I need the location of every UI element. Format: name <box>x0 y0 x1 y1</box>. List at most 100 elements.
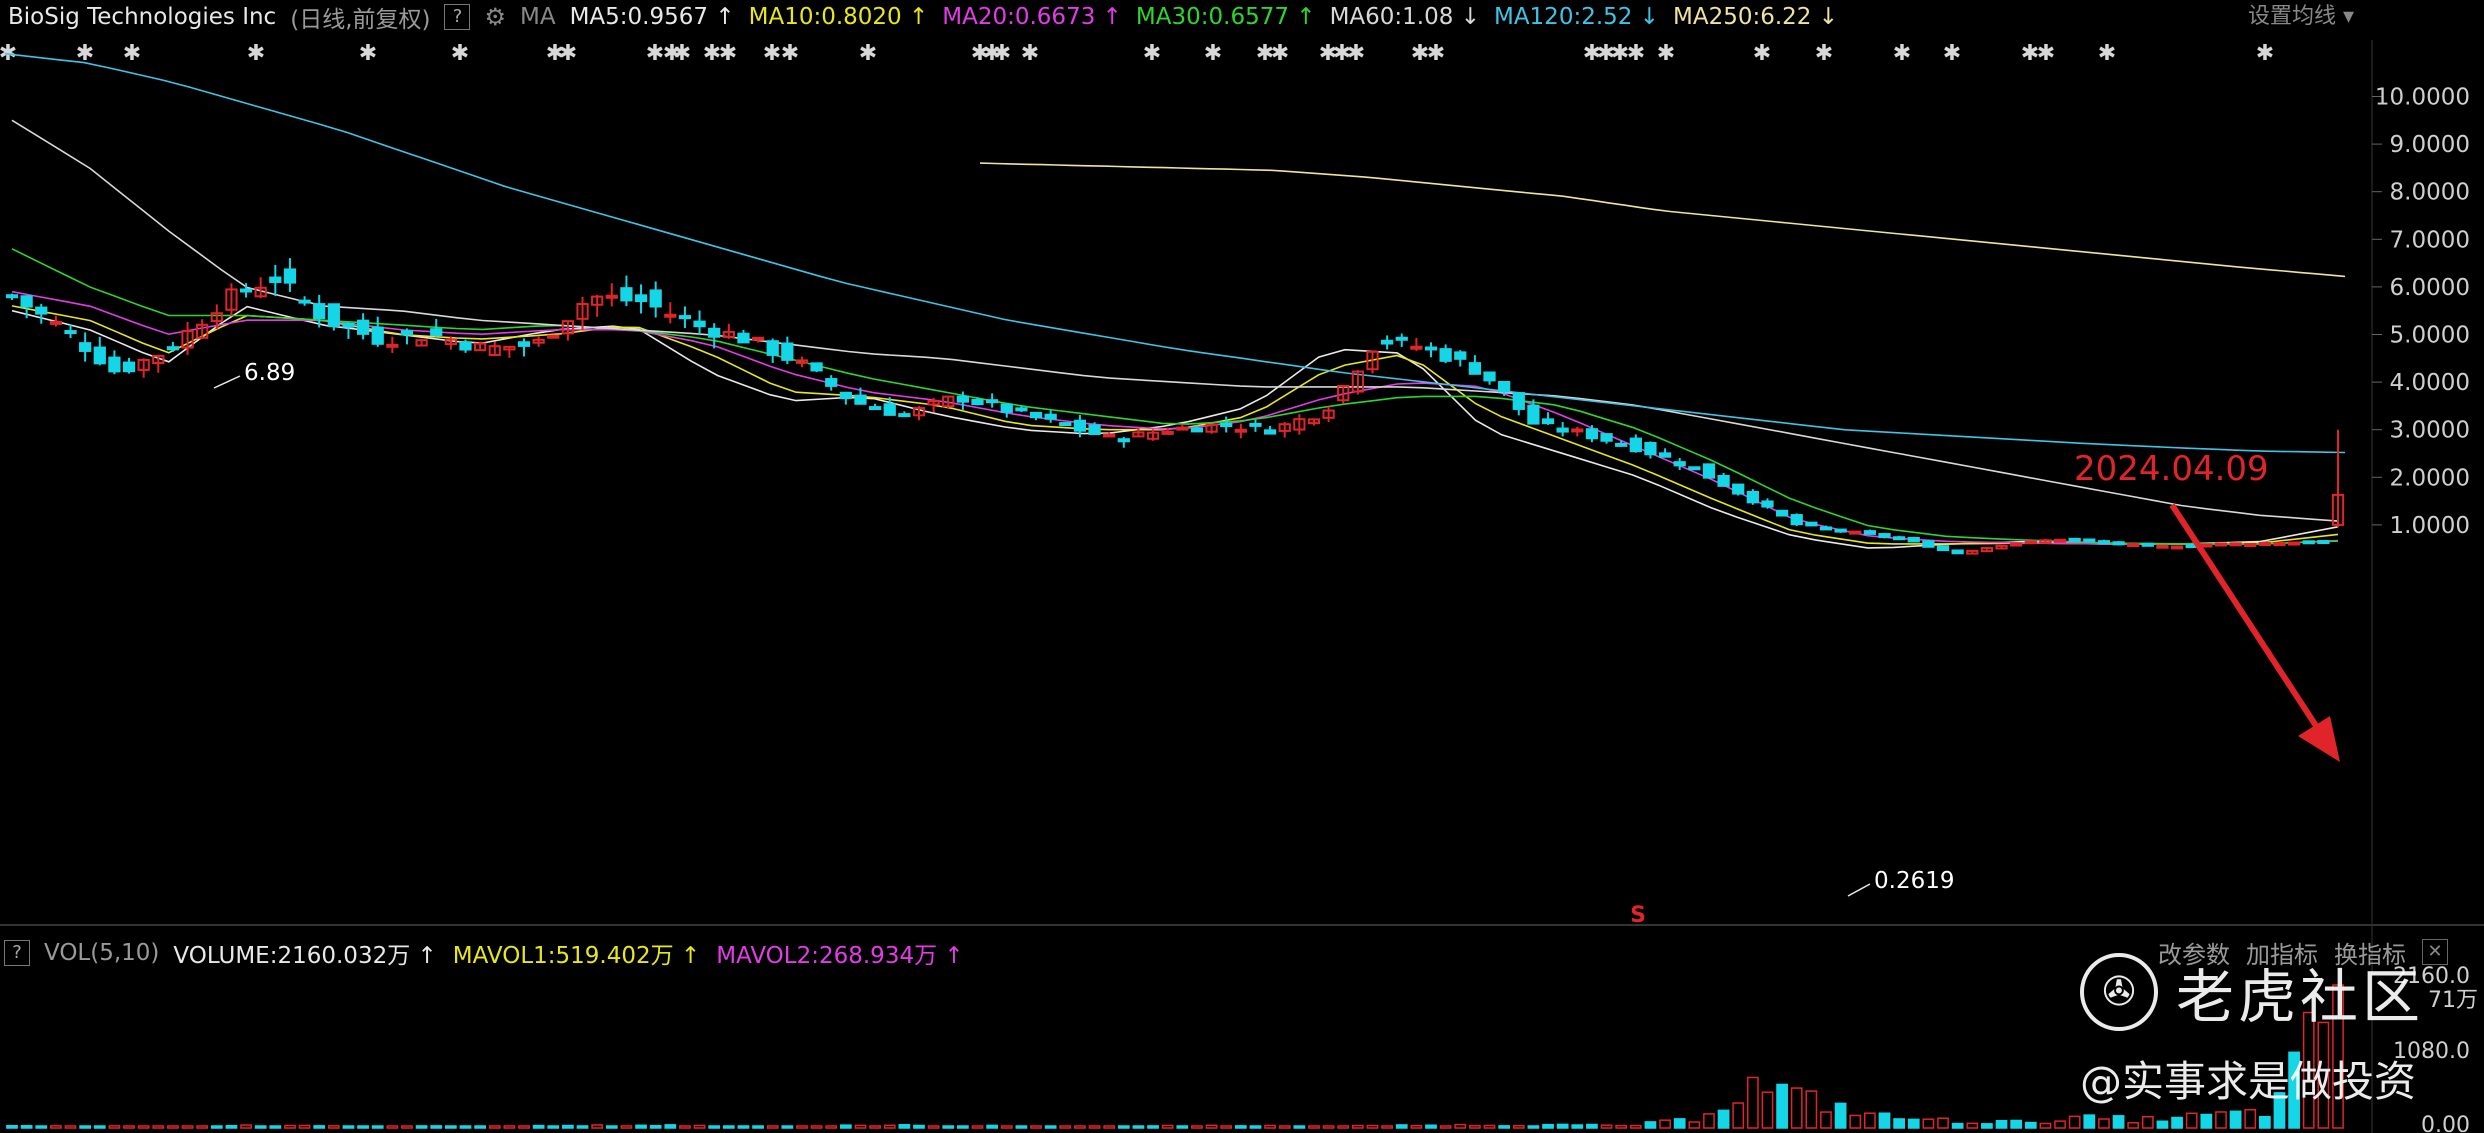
volume-bar <box>1454 1123 1467 1129</box>
volume-tick-label: 0.00 <box>2421 1113 2470 1133</box>
volume-bar <box>635 1124 647 1129</box>
candle-body <box>2141 542 2154 547</box>
volume-bar <box>1395 1124 1408 1129</box>
candle-body <box>108 356 121 373</box>
volume-bar <box>620 1125 633 1129</box>
candle-body <box>313 303 326 320</box>
annotation-arrow-shaft <box>2169 503 2325 737</box>
candle-body <box>2317 540 2330 545</box>
candle-body <box>93 346 106 365</box>
volume-bar <box>210 1125 223 1129</box>
volume-bar <box>2141 1115 2154 1129</box>
volume-bar <box>1790 1087 1803 1129</box>
volume-bar <box>1864 1112 1876 1129</box>
candle-body <box>2244 543 2257 548</box>
volume-bar <box>152 1125 165 1129</box>
candle-body <box>2229 542 2242 547</box>
candle-body <box>79 342 92 352</box>
gear-icon[interactable]: ⚙ <box>484 3 506 31</box>
signal-star: ✱ <box>123 41 141 66</box>
price-axis: 10.0000 9.0000 8.0000 7.0000 6.0000 5.0000 4.0… <box>2372 85 2470 539</box>
candle-body <box>1556 427 1569 433</box>
candle-body <box>1220 422 1233 428</box>
candle-body <box>1863 530 1876 535</box>
volume-bar <box>50 1125 62 1129</box>
volume-bar <box>1293 1125 1306 1129</box>
candle-body <box>1468 362 1482 375</box>
signal-star: ✱ <box>2037 41 2055 66</box>
volume-bar <box>1498 1125 1511 1129</box>
candle-body <box>2287 541 2301 546</box>
volume-bar <box>737 1125 750 1129</box>
volume-bar <box>459 1125 472 1129</box>
signal-star: ✱ <box>993 41 1011 66</box>
candle-body <box>766 340 779 356</box>
watermark-text: 老虎社区 <box>2176 963 2425 1031</box>
candle-body <box>1234 428 1247 433</box>
volume-bar <box>1088 1125 1101 1129</box>
question-icon[interactable]: ? <box>4 940 30 966</box>
volume-bar <box>2171 1116 2183 1129</box>
candle-body <box>517 341 531 347</box>
signal-star: ✱ <box>763 41 781 66</box>
candle-body <box>547 334 560 339</box>
volume-bar <box>167 1125 179 1129</box>
volume-bar <box>1644 1121 1657 1129</box>
volume-bar <box>2156 1120 2169 1129</box>
volume-bar <box>1966 1122 1979 1129</box>
price-labels: 6.89 0.2619 <box>213 360 1954 897</box>
volume-bar <box>1278 1125 1291 1129</box>
volume-bar <box>2010 1119 2023 1129</box>
volume-bar <box>196 1125 209 1129</box>
candle-body <box>1585 428 1599 440</box>
vol-values: VOLUME:2160.032万 ↑ MAVOL1:519.402万 ↑ MAVOL… <box>173 936 979 970</box>
candle-body <box>2273 542 2286 547</box>
ma-line-ma120 <box>4 52 2346 454</box>
volume-bar <box>1820 1111 1832 1129</box>
candle-body <box>1702 463 1716 479</box>
candle-body <box>825 378 838 387</box>
candle-body <box>605 294 618 299</box>
price-tick-label: 1.0000 <box>2390 513 2470 539</box>
candle-body <box>868 406 882 411</box>
close-icon[interactable]: ✕ <box>2422 939 2448 965</box>
volume-bar <box>1732 1102 1745 1129</box>
volume-bar <box>1366 1124 1379 1129</box>
volume-bar <box>1220 1125 1233 1129</box>
candle-body <box>883 403 896 416</box>
price-tick-label: 9.0000 <box>2390 132 2470 158</box>
question-icon[interactable]: ? <box>444 4 471 30</box>
signal-star: ✱ <box>1815 41 1833 66</box>
volume-bar <box>1044 1125 1057 1129</box>
candle-body <box>430 328 443 337</box>
candle-body <box>1424 346 1438 351</box>
signal-star: ✱ <box>1271 41 1289 66</box>
volume-bar <box>1805 1090 1818 1129</box>
price-tick-label: 4.0000 <box>2390 370 2470 396</box>
volume-bar <box>1527 1125 1540 1129</box>
date-annotation: 2024.04.09 <box>2074 449 2340 762</box>
tiger-logo-icon: ✇ <box>2080 953 2158 1031</box>
candle-body <box>2214 542 2228 547</box>
ma-line-ma5 <box>11 305 2339 549</box>
volume-bar <box>35 1125 48 1129</box>
volume-bar <box>1483 1124 1496 1129</box>
candle-body <box>2112 541 2125 546</box>
low-price-label: 0.2619 <box>1874 868 1954 894</box>
candle-body <box>327 303 340 328</box>
volume-bar <box>1542 1123 1554 1129</box>
volume-bar <box>591 1124 604 1129</box>
candle-body <box>2024 540 2037 545</box>
ma-line-ma30 <box>11 248 2339 545</box>
candle-body <box>1761 500 1774 508</box>
candle-body <box>459 341 472 351</box>
volume-bar <box>1659 1119 1671 1129</box>
volume-bar <box>766 1125 779 1129</box>
candle-body <box>1161 430 1174 435</box>
signal-star: ✱ <box>247 41 265 66</box>
signal-star: ✱ <box>673 41 691 66</box>
ma-settings-button[interactable]: 设置均线 ▾ <box>2248 0 2354 34</box>
volume-bar <box>1000 1125 1013 1129</box>
volume-bar <box>401 1125 413 1129</box>
signal-star: ✱ <box>1347 41 1365 66</box>
